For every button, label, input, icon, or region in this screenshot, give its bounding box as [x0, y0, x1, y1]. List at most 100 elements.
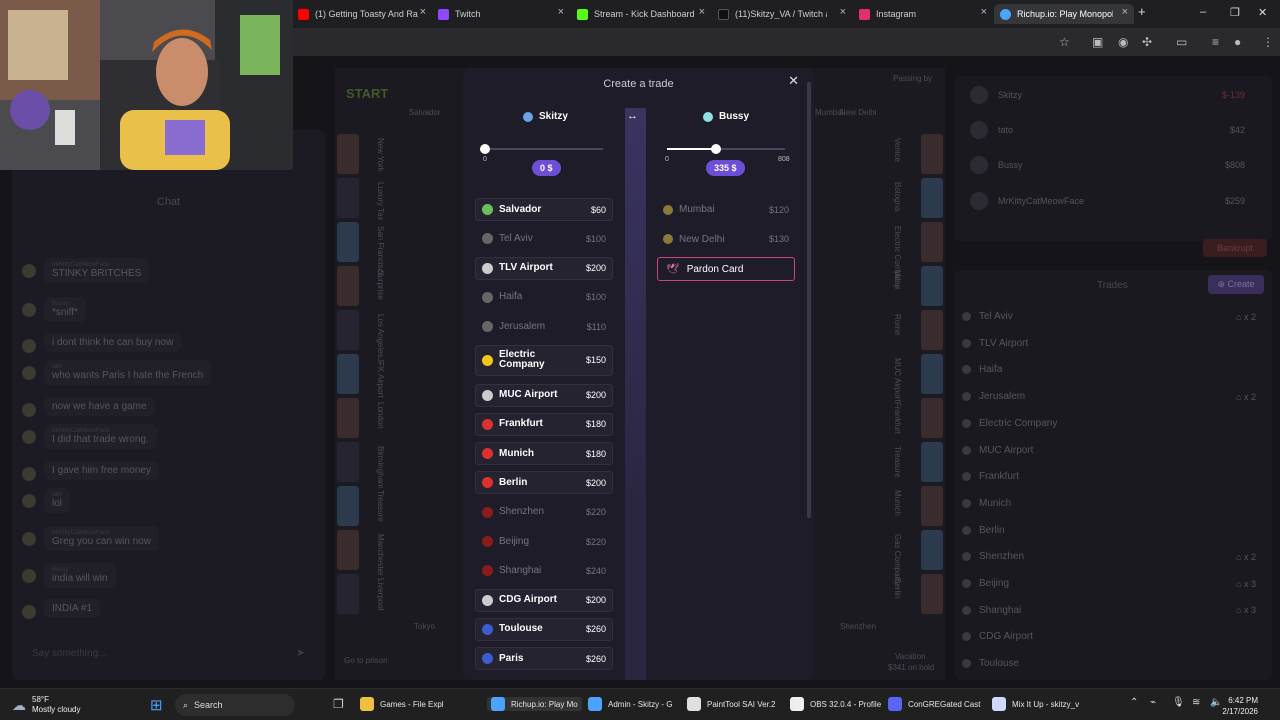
close-icon[interactable]: ✕ [788, 73, 799, 89]
network-icon[interactable]: ⌁ [1150, 697, 1156, 708]
owned-property-row[interactable]: Berlin [962, 525, 1256, 536]
taskbar-app[interactable]: PaintTool SAI Ver.2 [687, 697, 776, 711]
owned-property-row[interactable]: Jerusalem ⌂ x 2 [962, 391, 1256, 402]
trade-property-item[interactable]: Munich $180 [475, 442, 613, 466]
bookmark-star-icon[interactable]: ☆ [1059, 35, 1070, 49]
owned-property-row[interactable]: TLV Airport [962, 338, 1256, 349]
slider-knob[interactable] [480, 144, 490, 154]
trade-property-item[interactable]: Berlin $200 [475, 471, 613, 495]
tray-chevron-icon[interactable]: ⌃ [1130, 697, 1138, 708]
weather-widget[interactable]: ☁ 58°F Mostly cloudy [12, 695, 80, 715]
trade-property-item[interactable]: Mumbai $120 [657, 198, 795, 221]
trade-property-item[interactable]: MUC Airport $200 [475, 383, 613, 407]
player-row[interactable]: MrKittyCatMeowFace $259 [970, 192, 1245, 210]
taskbar-app[interactable]: Richup.io: Play Mo [487, 697, 582, 711]
property-icon [482, 536, 493, 547]
browser-tab-active[interactable]: Richup.io: Play Monopoly × [994, 4, 1134, 24]
taskbar-app[interactable]: Admin - Skitzy - G [588, 697, 672, 711]
trade-property-item[interactable]: Tel Aviv $100 [475, 227, 613, 250]
taskbar-search[interactable]: ⌕ Search [175, 694, 295, 716]
owned-property-row[interactable]: CDG Airport [962, 631, 1256, 642]
property-icon [482, 204, 493, 215]
board-cell [337, 354, 359, 394]
menu-icon[interactable]: ⋮ [1262, 35, 1274, 49]
browser-tab[interactable]: Twitch × [432, 4, 570, 24]
taskbar-app[interactable]: Games - File Expl [360, 697, 444, 711]
volume-icon[interactable]: 🔈 [1210, 697, 1222, 708]
task-view-icon[interactable]: ❐ [333, 697, 344, 711]
taskbar-app[interactable]: Mix It Up - skitzy_v [992, 697, 1079, 711]
taskbar-app[interactable]: OBS 32.0.4 - Profile [790, 697, 881, 711]
pardon-card-item[interactable]: 🕊 Pardon Card [657, 257, 795, 281]
player-row[interactable]: Skitzy $-139 [970, 86, 1245, 104]
owned-property-row[interactable]: Electric Company [962, 418, 1256, 429]
trade-property-item[interactable]: TLV Airport $200 [475, 256, 613, 280]
close-icon[interactable]: × [840, 6, 846, 18]
trade-property-item[interactable]: Frankfurt $180 [475, 412, 613, 436]
property-price: $180 [585, 419, 606, 430]
owned-property-row[interactable]: Munich [962, 498, 1256, 509]
create-label: Create [1227, 279, 1255, 289]
extensions-puzzle-icon[interactable]: ✣ [1142, 35, 1152, 49]
screen: (1) Getting Toasty And Ra × Twitch × Strea… [0, 0, 1280, 720]
maximize-icon[interactable]: ❐ [1230, 6, 1240, 19]
owned-property-row[interactable]: Tel Aviv ⌂ x 2 [962, 311, 1256, 322]
close-icon[interactable]: × [1122, 6, 1128, 18]
chat-message: I gave him free money [22, 461, 159, 481]
property-name: Jerusalem [979, 391, 1026, 403]
media-icon[interactable]: ≡ [1212, 35, 1219, 49]
microphone-icon[interactable]: 🎙 [1172, 697, 1185, 708]
property-price: $60 [590, 204, 606, 215]
trade-property-item[interactable]: Paris $260 [475, 647, 613, 671]
extension-icon[interactable]: ◉ [1118, 35, 1128, 49]
chat-input[interactable]: Say something... [32, 648, 106, 659]
owned-property-row[interactable]: Beijing ⌂ x 3 [962, 578, 1256, 589]
trade-property-item[interactable]: New Delhi $130 [657, 228, 795, 251]
windows-start-icon[interactable]: ⊞ [150, 696, 163, 714]
trade-property-item[interactable]: Electric Company $150 [475, 344, 613, 376]
close-icon[interactable]: × [558, 6, 564, 18]
bankrupt-button[interactable]: Bankrupt [1203, 239, 1267, 257]
right-money-slider[interactable] [667, 144, 785, 154]
player-row[interactable]: tato $42 [970, 121, 1245, 139]
trade-property-item[interactable]: Shanghai $240 [475, 559, 613, 582]
owned-property-row[interactable]: Shenzhen ⌂ x 2 [962, 551, 1256, 562]
trade-property-item[interactable]: Salvador $60 [475, 198, 613, 221]
window-close-icon[interactable]: ✕ [1258, 6, 1267, 19]
owned-property-row[interactable]: Haifa [962, 364, 1256, 375]
player-row[interactable]: Bussy $808 [970, 156, 1245, 174]
trade-property-item[interactable]: CDG Airport $200 [475, 588, 613, 612]
system-clock[interactable]: 6:42 PM 2/17/2026 [1222, 695, 1258, 717]
send-icon[interactable]: ➤ [296, 646, 305, 659]
wifi-icon[interactable]: ≋ [1192, 697, 1200, 708]
owned-property-row[interactable]: Frankfurt [962, 471, 1256, 482]
taskbar-app[interactable]: ConGREGated Cast [888, 697, 980, 711]
close-icon[interactable]: × [420, 6, 426, 18]
sidepanel-icon[interactable]: ▭ [1176, 35, 1187, 49]
trade-property-item[interactable]: Jerusalem $110 [475, 315, 613, 338]
browser-tab[interactable]: (1) Getting Toasty And Ra × [292, 4, 432, 24]
owned-property-row[interactable]: MUC Airport [962, 445, 1256, 456]
extension-icon[interactable]: ▣ [1092, 35, 1103, 49]
minimize-icon[interactable]: – [1200, 6, 1206, 18]
new-tab-icon[interactable]: + [1138, 4, 1146, 19]
trade-property-item[interactable]: Shenzhen $220 [475, 501, 613, 524]
browser-tab[interactable]: (11)Skitzy_VA / Twitch and × [712, 4, 852, 24]
trade-property-item[interactable]: Beijing $220 [475, 530, 613, 553]
left-money-slider[interactable] [480, 144, 603, 154]
create-trade-button[interactable]: ⊕ Create [1208, 275, 1264, 294]
close-icon[interactable]: × [699, 6, 705, 18]
property-name: New Delhi [679, 233, 725, 245]
slider-knob[interactable] [710, 144, 721, 154]
player-money: $259 [1224, 196, 1245, 206]
profile-avatar-icon[interactable]: ● [1234, 35, 1241, 49]
trade-property-item[interactable]: Haifa $100 [475, 286, 613, 309]
modal-scrollbar[interactable] [807, 82, 811, 518]
owned-property-row[interactable]: Shanghai ⌂ x 3 [962, 605, 1256, 616]
trade-property-item[interactable]: Toulouse $260 [475, 617, 613, 641]
close-icon[interactable]: × [981, 6, 987, 18]
board-cell [921, 178, 943, 218]
browser-tab[interactable]: Stream - Kick Dashboard × [571, 4, 711, 24]
owned-property-row[interactable]: Toulouse [962, 658, 1256, 669]
browser-tab[interactable]: Instagram × [853, 4, 993, 24]
